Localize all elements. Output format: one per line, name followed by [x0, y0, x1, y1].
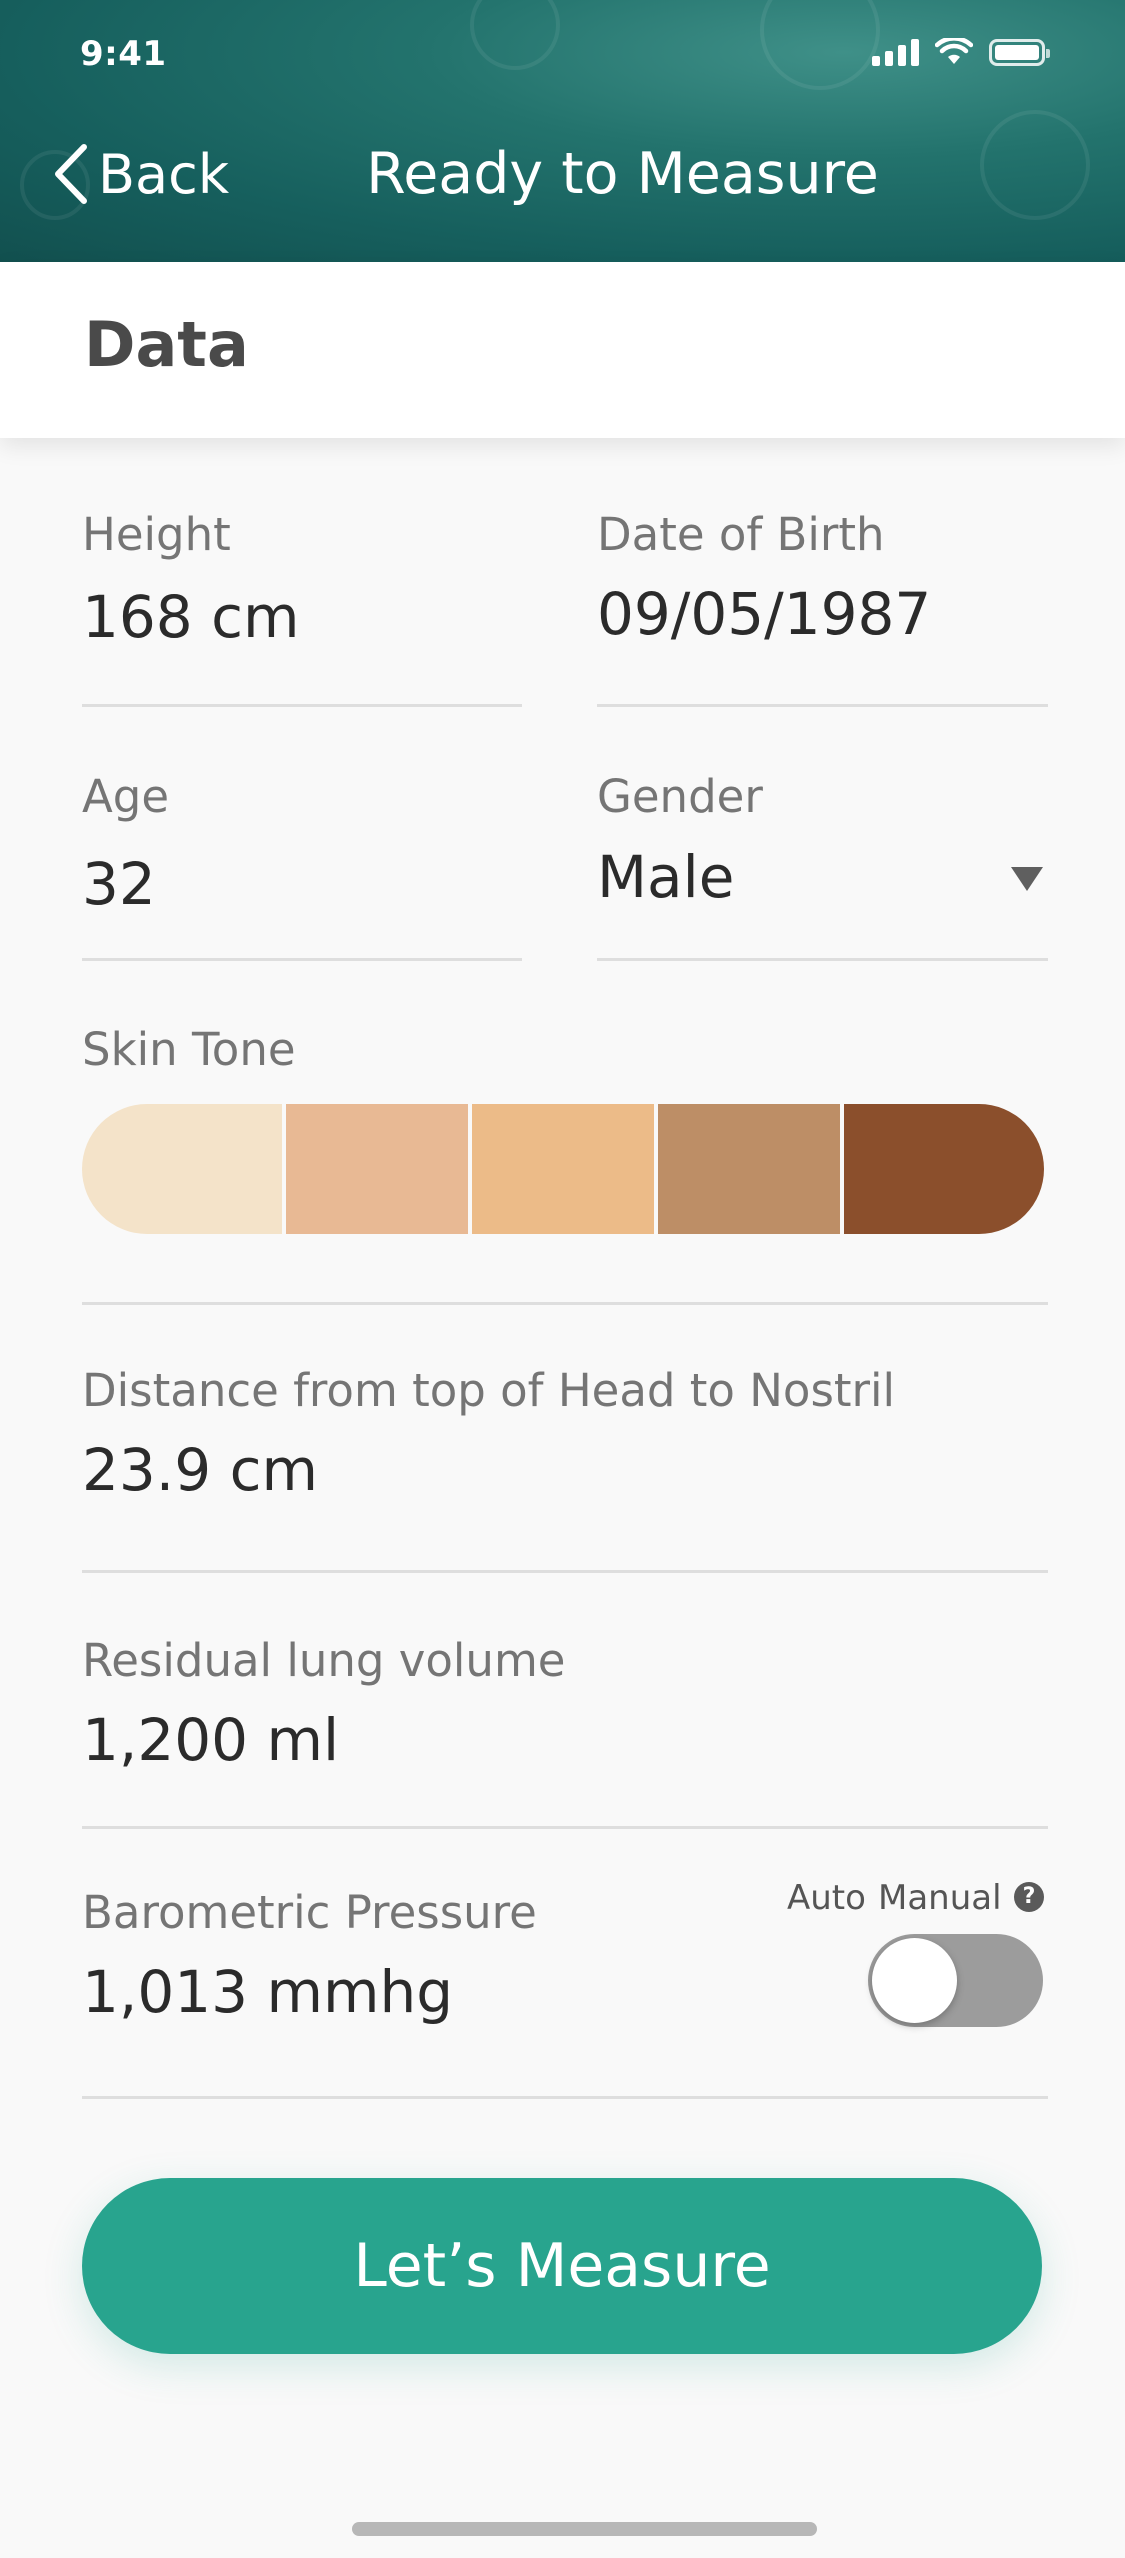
nav-header: 9:41 Back Ready to Measure	[0, 0, 1125, 262]
divider	[82, 1826, 1048, 1829]
section-title: Data	[84, 308, 249, 381]
battery-icon	[989, 38, 1050, 66]
page-title: Ready to Measure	[366, 141, 879, 207]
dropdown-caret-icon[interactable]	[1011, 867, 1043, 891]
pressure-field[interactable]: 1,013 mmhg	[82, 1958, 453, 2026]
divider	[597, 704, 1048, 707]
skin-tone-swatch-4[interactable]	[657, 1104, 840, 1234]
status-icons	[872, 38, 1050, 66]
skin-tone-picker	[82, 1104, 1044, 1234]
divider	[82, 1570, 1048, 1573]
decorative-bubble	[470, 0, 560, 70]
status-time: 9:41	[80, 34, 167, 74]
head-nostril-field[interactable]: 23.9 cm	[82, 1436, 318, 1504]
lets-measure-button[interactable]: Let’s Measure	[82, 2178, 1042, 2354]
lung-volume-label: Residual lung volume	[82, 1634, 566, 1687]
dob-field[interactable]: 09/05/1987	[597, 580, 931, 648]
decorative-bubble	[760, 0, 880, 90]
skin-tone-swatch-1[interactable]	[82, 1104, 283, 1234]
auto-manual-toggle[interactable]	[868, 1934, 1043, 2027]
skin-tone-swatch-3[interactable]	[472, 1104, 654, 1234]
divider	[597, 958, 1048, 961]
home-indicator	[352, 2522, 817, 2536]
head-nostril-label: Distance from top of Head to Nostril	[82, 1364, 896, 1417]
wifi-icon	[935, 38, 973, 64]
skin-tone-swatch-5[interactable]	[843, 1104, 1044, 1234]
skin-tone-swatch-2[interactable]	[286, 1104, 469, 1234]
toggle-knob	[872, 1938, 957, 2023]
divider	[82, 1302, 1048, 1305]
cellular-signal-icon	[872, 38, 919, 66]
height-field[interactable]: 168 cm	[82, 583, 300, 651]
age-label: Age	[82, 770, 170, 823]
pressure-label: Barometric Pressure	[82, 1886, 537, 1939]
auto-mode-label: Auto	[787, 1878, 866, 1918]
lung-volume-field[interactable]: 1,200 ml	[82, 1706, 339, 1774]
age-field[interactable]: 32	[82, 850, 156, 918]
divider	[82, 2096, 1048, 2099]
height-label: Height	[82, 508, 231, 561]
skin-tone-label: Skin Tone	[82, 1023, 296, 1076]
manual-mode-label: Manual	[878, 1878, 1002, 1918]
divider	[82, 704, 522, 707]
gender-select[interactable]: Male	[597, 843, 734, 911]
divider	[82, 958, 522, 961]
dob-label: Date of Birth	[597, 508, 885, 561]
help-icon[interactable]: ?	[1014, 1882, 1044, 1912]
gender-label: Gender	[597, 770, 763, 823]
section-header: Data	[0, 262, 1125, 438]
